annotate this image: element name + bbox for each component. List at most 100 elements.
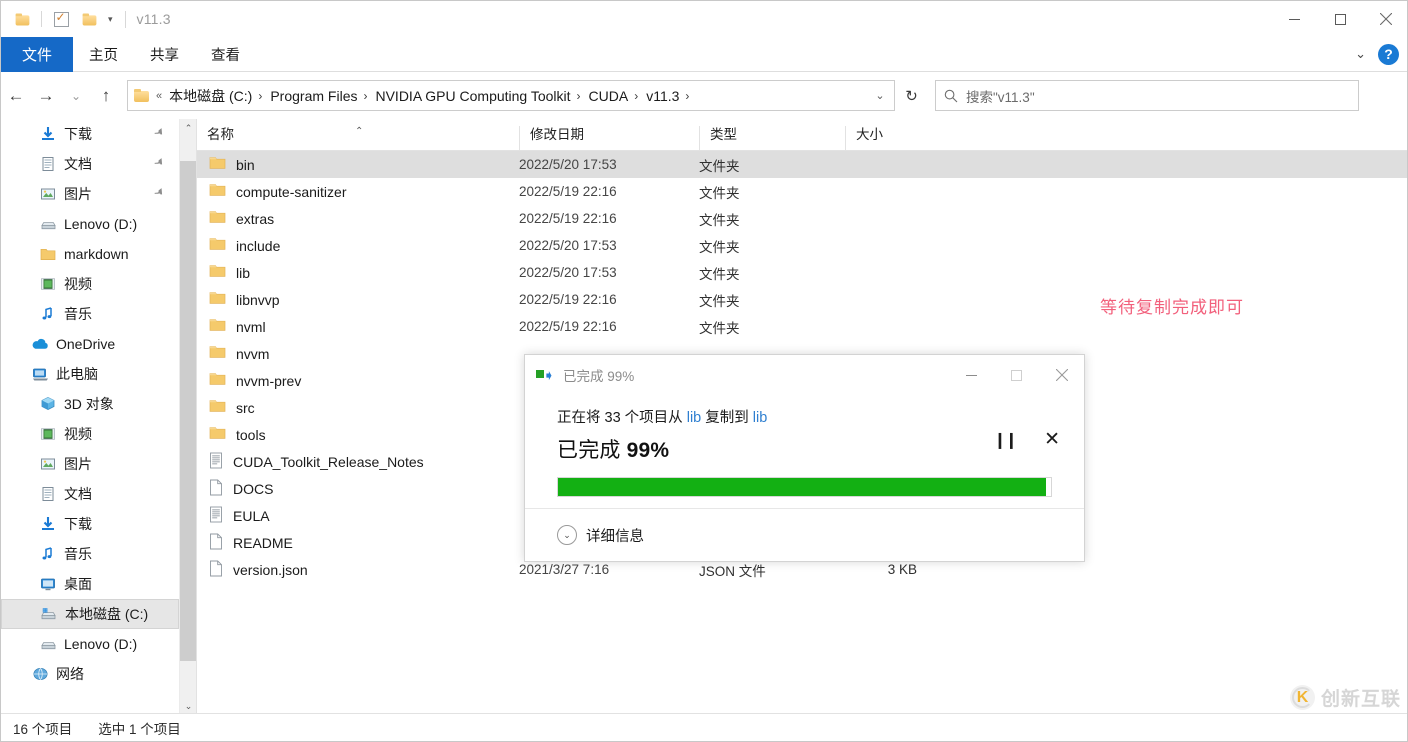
sidebar-item-15[interactable]: 桌面 (1, 569, 179, 599)
chevron-down-icon[interactable]: ⌄ (557, 525, 577, 545)
new-folder-icon[interactable] (76, 6, 102, 32)
sidebar-item-14[interactable]: 音乐 (1, 539, 179, 569)
sidebar-item-17[interactable]: Lenovo (D:) (1, 629, 179, 659)
sidebar-item-12[interactable]: 文档 (1, 479, 179, 509)
folder-icon[interactable] (9, 6, 35, 32)
file-name-cell[interactable]: include (197, 237, 519, 254)
pin-icon[interactable] (151, 125, 168, 143)
sidebar-item-3[interactable]: Lenovo (D:) (1, 209, 179, 239)
sidebar-item-8[interactable]: 此电脑 (1, 359, 179, 389)
file-name-cell[interactable]: CUDA_Toolkit_Release_Notes (197, 452, 519, 472)
help-icon[interactable]: ? (1378, 43, 1399, 65)
drive-icon (39, 636, 57, 652)
sidebar-item-6[interactable]: 音乐 (1, 299, 179, 329)
pause-button[interactable]: ❙❙ (993, 430, 1018, 450)
file-name-cell[interactable]: lib (197, 264, 519, 281)
sidebar-item-7[interactable]: OneDrive (1, 329, 179, 359)
sidebar-item-2[interactable]: 图片 (1, 179, 179, 209)
details-toggle-label[interactable]: 详细信息 (586, 525, 644, 546)
tab-home[interactable]: 主页 (73, 37, 134, 72)
dialog-minimize-icon[interactable] (949, 355, 994, 395)
column-header-type[interactable]: 类型 (699, 126, 845, 150)
tab-share[interactable]: 共享 (134, 37, 195, 72)
sidebar-item-4[interactable]: markdown (1, 239, 179, 269)
table-row[interactable]: include 2022/5/20 17:53 文件夹 (197, 232, 1407, 259)
file-name-cell[interactable]: README (197, 533, 519, 553)
file-name-cell[interactable]: nvml (197, 318, 519, 335)
folder-icon (209, 291, 226, 308)
watermark: K 创新互联 (1289, 684, 1401, 711)
back-button[interactable]: ← (1, 80, 31, 112)
breadcrumb-chevron-2[interactable]: › (576, 89, 584, 103)
cancel-button[interactable]: ✕ (1044, 428, 1060, 451)
chevron-down-icon[interactable]: ⌄ (1347, 46, 1374, 62)
sidebar-item-5[interactable]: 视频 (1, 269, 179, 299)
breadcrumb-item-0[interactable]: 本地磁盘 (C:) (164, 84, 257, 108)
recent-locations-button[interactable]: ⌄ (61, 80, 91, 112)
file-name-cell[interactable]: bin (197, 156, 519, 173)
column-header-size[interactable]: 大小 (845, 126, 945, 150)
dialog-close-icon[interactable] (1039, 355, 1084, 395)
sidebar-item-11[interactable]: 图片 (1, 449, 179, 479)
documents-icon (39, 156, 57, 172)
pin-icon[interactable] (151, 155, 168, 173)
selection-label: 选中 1 个项目 (98, 721, 181, 737)
table-row[interactable]: extras 2022/5/19 22:16 文件夹 (197, 205, 1407, 232)
sidebar-item-16[interactable]: 本地磁盘 (C:) (1, 599, 179, 629)
sidebar-item-0[interactable]: 下载 (1, 119, 179, 149)
forward-button[interactable]: → (31, 80, 61, 112)
file-name-cell[interactable]: version.json (197, 560, 519, 580)
table-row[interactable]: bin 2022/5/20 17:53 文件夹 (197, 151, 1407, 178)
minimize-icon[interactable] (1271, 1, 1317, 37)
breadcrumb-chevron-4[interactable]: › (684, 89, 692, 103)
file-name-cell[interactable]: libnvvp (197, 291, 519, 308)
properties-icon[interactable] (48, 6, 74, 32)
column-header-date[interactable]: 修改日期 (519, 126, 699, 150)
tab-view[interactable]: 查看 (195, 37, 256, 72)
sidebar-item-18[interactable]: 网络 (1, 659, 179, 689)
tab-file[interactable]: 文件 (1, 37, 73, 72)
breadcrumb-item-1[interactable]: Program Files (265, 86, 362, 106)
maximize-icon[interactable] (1317, 1, 1363, 37)
table-row[interactable]: compute-sanitizer 2022/5/19 22:16 文件夹 (197, 178, 1407, 205)
sidebar-scrollbar[interactable]: ⌃ ⌄ (179, 119, 196, 715)
scrollbar-thumb[interactable] (180, 161, 196, 661)
file-name-cell[interactable]: nvvm (197, 345, 519, 362)
sidebar-item-10[interactable]: 视频 (1, 419, 179, 449)
breadcrumb-chevron-0[interactable]: › (257, 89, 265, 103)
window-title: v11.3 (136, 11, 171, 27)
customize-caret-icon[interactable]: ▾ (104, 14, 117, 25)
sidebar-item-label: markdown (64, 246, 129, 262)
sidebar-item-label: 图片 (64, 186, 92, 202)
search-box[interactable]: 搜索"v11.3" (935, 80, 1359, 111)
breadcrumb-item-2[interactable]: NVIDIA GPU Computing Toolkit (370, 86, 575, 106)
address-overflow-icon[interactable]: « (154, 90, 164, 102)
file-name-cell[interactable]: src (197, 399, 519, 416)
address-bar[interactable]: « 本地磁盘 (C:) › Program Files › NVIDIA GPU… (127, 80, 895, 111)
file-name-cell[interactable]: tools (197, 426, 519, 443)
file-name-cell[interactable]: compute-sanitizer (197, 183, 519, 200)
breadcrumb-item-3[interactable]: CUDA (584, 86, 634, 106)
search-input[interactable]: 搜索"v11.3" (966, 86, 1035, 106)
refresh-button[interactable]: ↻ (895, 80, 928, 111)
3d-objects-icon (39, 396, 57, 412)
breadcrumb-item-4[interactable]: v11.3 (641, 86, 684, 106)
address-dropdown-icon[interactable]: ⌄ (868, 89, 892, 102)
close-icon[interactable] (1363, 1, 1407, 37)
file-name-cell[interactable]: nvvm-prev (197, 372, 519, 389)
column-header-name[interactable]: 名称 ⌃ (197, 126, 519, 150)
sidebar-item-9[interactable]: 3D 对象 (1, 389, 179, 419)
pin-icon[interactable] (151, 185, 168, 203)
quick-access-toolbar: ▾ v11.3 (1, 1, 171, 37)
sidebar-item-13[interactable]: 下载 (1, 509, 179, 539)
file-name-cell[interactable]: DOCS (197, 479, 519, 499)
up-button[interactable]: ↑ (91, 80, 121, 112)
file-name-cell[interactable]: EULA (197, 506, 519, 526)
breadcrumb-chevron-3[interactable]: › (633, 89, 641, 103)
file-date-cell: 2022/5/19 22:16 (519, 292, 617, 307)
table-row[interactable]: lib 2022/5/20 17:53 文件夹 (197, 259, 1407, 286)
file-name-cell[interactable]: extras (197, 210, 519, 227)
breadcrumb-chevron-1[interactable]: › (362, 89, 370, 103)
scroll-up-icon[interactable]: ⌃ (180, 119, 196, 137)
sidebar-item-1[interactable]: 文档 (1, 149, 179, 179)
